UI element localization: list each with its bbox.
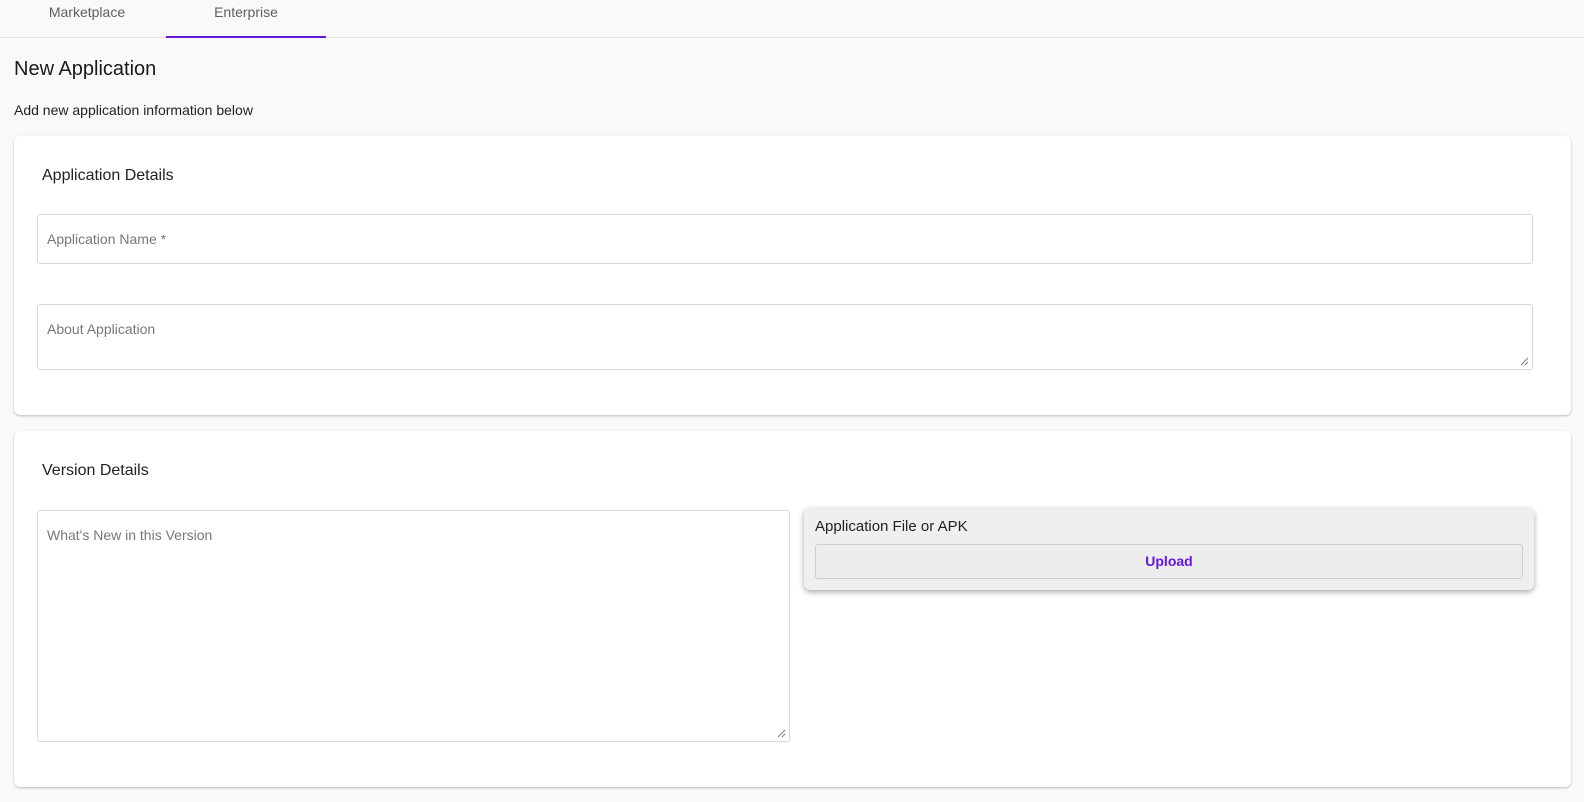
page-subtitle: Add new application information below xyxy=(14,102,253,118)
about-application-placeholder: About Application xyxy=(47,321,156,337)
resize-grip-icon[interactable] xyxy=(777,729,786,738)
version-details-card: Version Details What's New in this Versi… xyxy=(14,431,1571,787)
page-title: New Application xyxy=(14,58,157,80)
tab-enterprise[interactable]: Enterprise xyxy=(166,0,326,38)
whats-new-textarea[interactable]: What's New in this Version xyxy=(37,510,790,742)
tab-marketplace[interactable]: Marketplace xyxy=(8,0,166,37)
resize-grip-icon[interactable] xyxy=(1520,357,1529,366)
upload-button[interactable]: Upload xyxy=(815,544,1523,579)
tab-bar: Marketplace Enterprise xyxy=(0,0,1584,38)
application-details-card: Application Details Application Name * A… xyxy=(14,136,1571,415)
application-details-title: Application Details xyxy=(42,167,174,184)
about-application-textarea[interactable]: About Application xyxy=(37,304,1533,370)
upload-title: Application File or APK xyxy=(815,518,968,535)
whats-new-placeholder: What's New in this Version xyxy=(47,527,213,543)
application-name-input[interactable]: Application Name * xyxy=(37,214,1533,264)
application-file-upload-panel: Application File or APK Upload xyxy=(804,508,1534,590)
version-details-title: Version Details xyxy=(42,462,149,479)
